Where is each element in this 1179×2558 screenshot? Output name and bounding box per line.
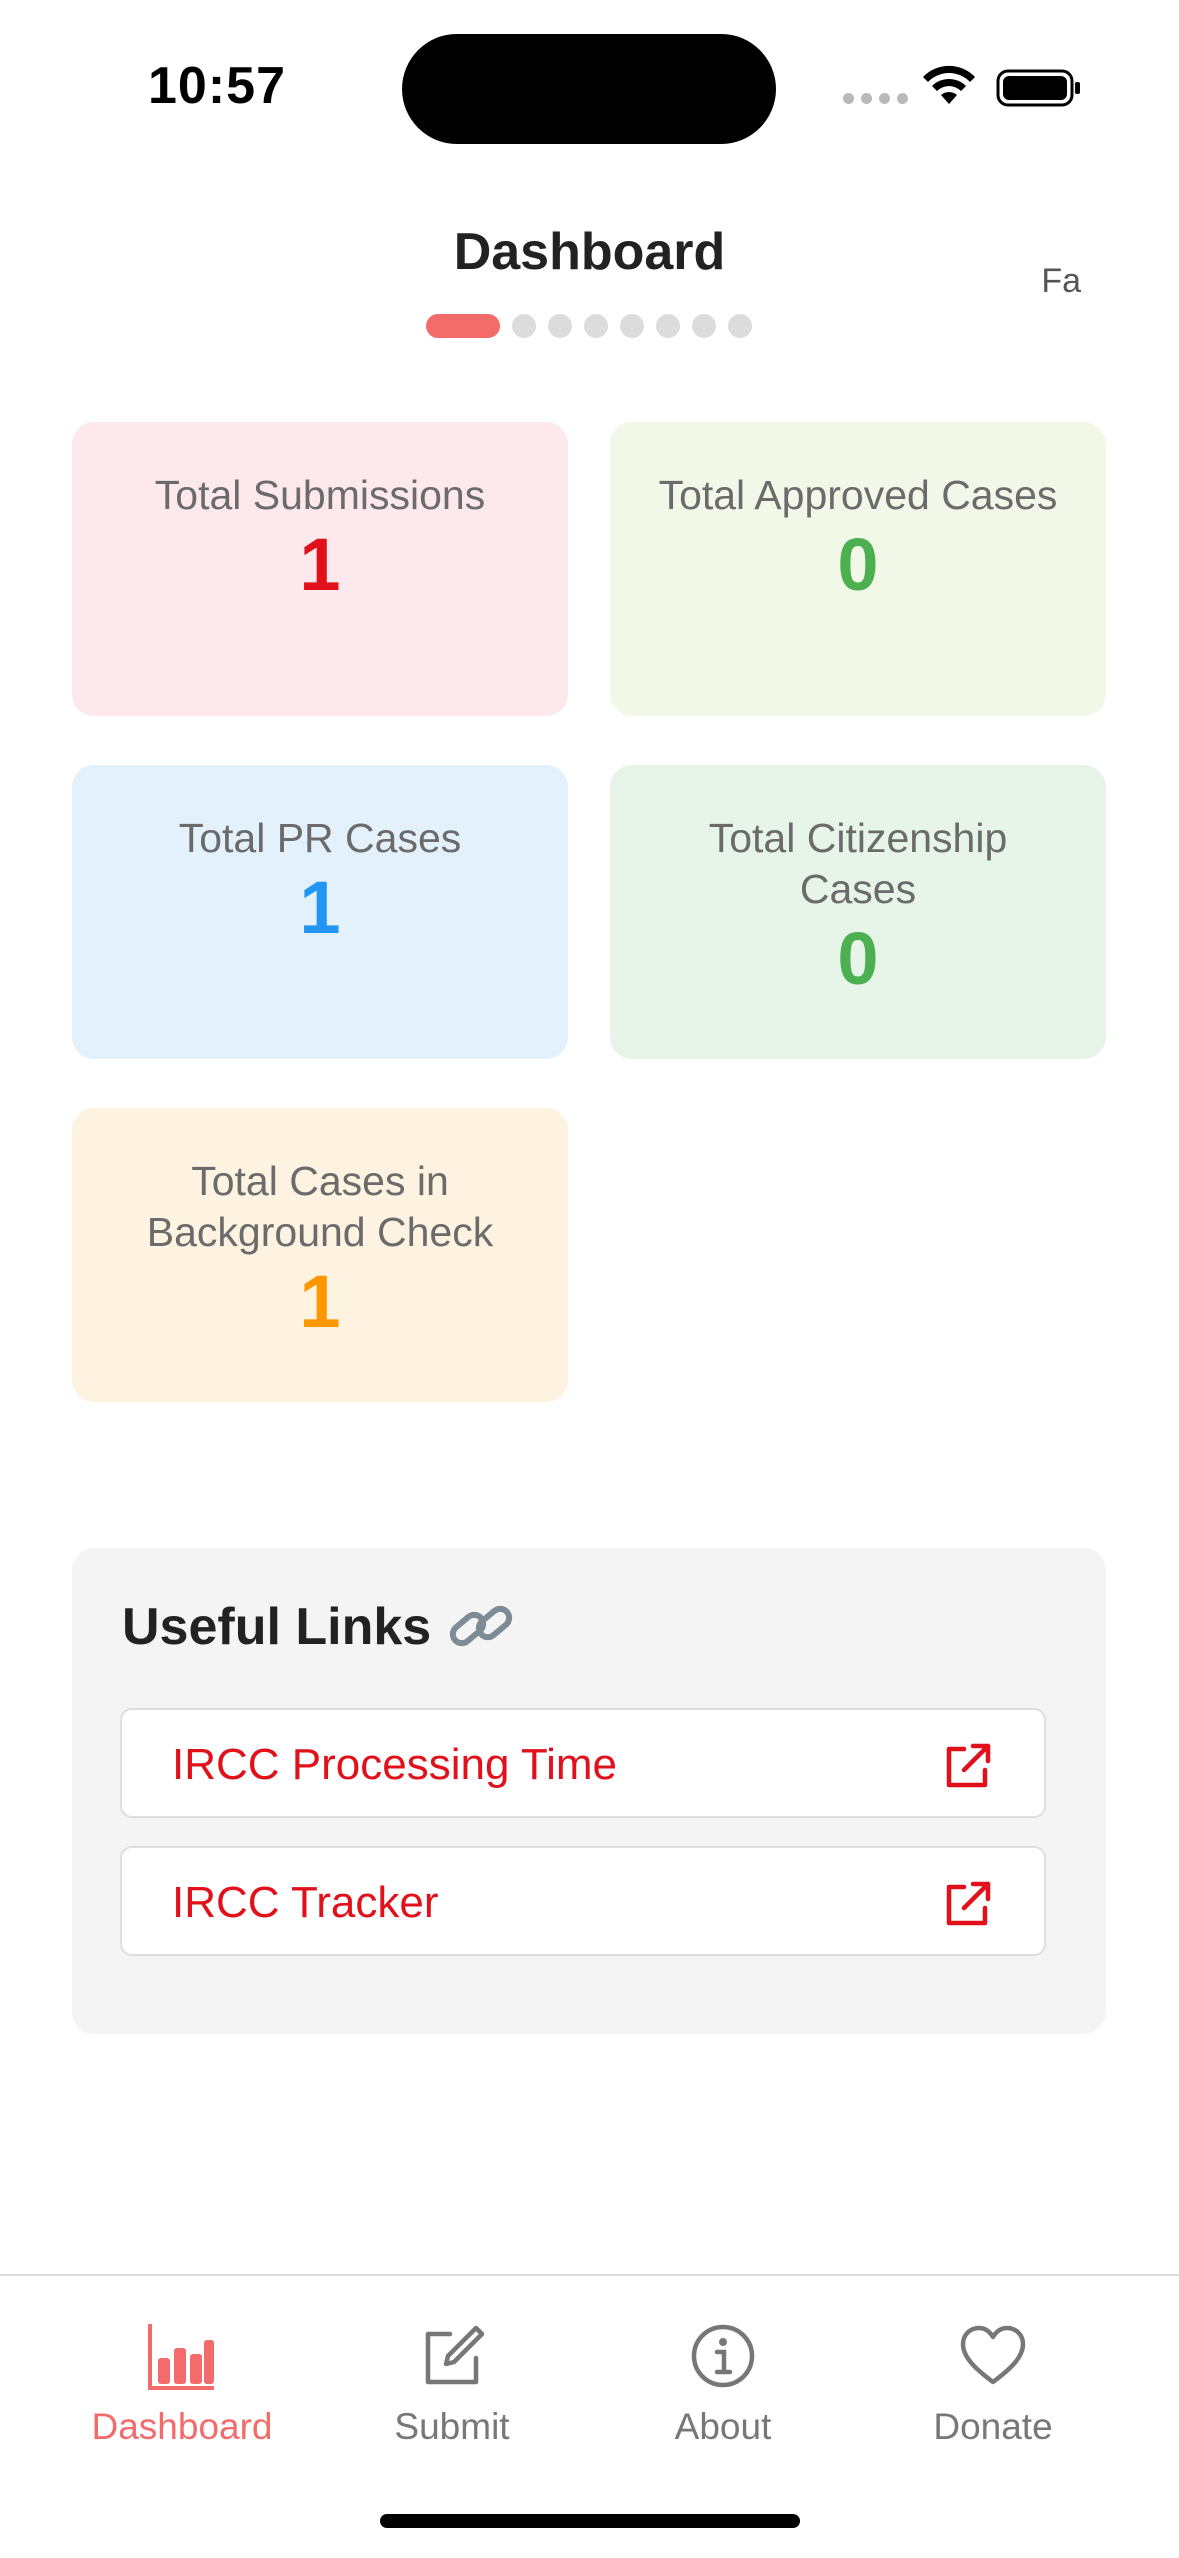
link-label[interactable]: IRCC Tracker	[172, 1878, 438, 1928]
page-title: Dashboard	[453, 223, 726, 281]
stat-card-background-check: Total Cases in Background Check 1	[72, 1108, 568, 1402]
stat-value: 1	[299, 866, 341, 949]
page-dot[interactable]	[656, 314, 680, 338]
stat-value: 1	[299, 523, 341, 606]
link-ircc-processing-time[interactable]: IRCC Processing Time	[120, 1708, 1046, 1818]
tab-label[interactable]: About	[588, 2406, 858, 2448]
page-dot[interactable]	[512, 314, 536, 338]
page-indicator[interactable]	[426, 314, 752, 338]
external-link-icon	[946, 1881, 991, 1926]
tab-label[interactable]: Submit	[317, 2406, 587, 2448]
home-indicator	[380, 2514, 800, 2528]
tab-submit[interactable]: Submit	[317, 2320, 587, 2448]
stat-value: 0	[837, 917, 879, 1000]
stat-value: 1	[299, 1260, 341, 1343]
info-icon	[691, 2324, 755, 2388]
stat-label: Total Citizenship Cases	[708, 815, 1008, 912]
tab-about[interactable]: About	[588, 2320, 858, 2448]
useful-links-heading: Useful Links	[122, 1596, 517, 1658]
link-label[interactable]: IRCC Processing Time	[172, 1740, 617, 1790]
stat-card-total-pr: Total PR Cases 1	[72, 765, 568, 1059]
page-dot[interactable]	[620, 314, 644, 338]
page-dot[interactable]	[728, 314, 752, 338]
page-dot-active[interactable]	[426, 314, 500, 338]
tab-donate[interactable]: Donate	[858, 2320, 1128, 2448]
tab-label[interactable]: Dashboard	[47, 2406, 317, 2448]
wifi-icon	[923, 65, 975, 104]
useful-links-panel: Useful Links IRCC Processing Time IRCC T…	[72, 1548, 1106, 2034]
page-dot[interactable]	[692, 314, 716, 338]
stat-label: Total Submissions	[154, 472, 486, 518]
page-dot[interactable]	[584, 314, 608, 338]
link-icon	[450, 1605, 513, 1647]
stat-card-total-approved: Total Approved Cases 0	[610, 422, 1106, 716]
status-bar: 10:57	[0, 0, 1179, 170]
stat-label: Total Approved Cases	[658, 472, 1058, 518]
tab-dashboard[interactable]: Dashboard	[47, 2320, 317, 2448]
language-toggle[interactable]: Fa	[1041, 262, 1081, 301]
status-time: 10:57	[148, 57, 286, 115]
cellular-signal-icon	[843, 93, 908, 104]
external-link-icon	[946, 1743, 991, 1788]
stat-card-total-submissions: Total Submissions 1	[72, 422, 568, 716]
stat-label: Total PR Cases	[178, 815, 462, 861]
stat-card-total-citizenship: Total Citizenship Cases 0	[610, 765, 1106, 1059]
battery-icon	[996, 69, 1080, 107]
link-ircc-tracker[interactable]: IRCC Tracker	[120, 1846, 1046, 1956]
bar-chart-icon	[148, 2324, 214, 2390]
dynamic-island	[402, 34, 776, 144]
tab-label[interactable]: Donate	[858, 2406, 1128, 2448]
heart-icon	[960, 2325, 1026, 2385]
stat-value: 0	[837, 523, 879, 606]
edit-icon	[425, 2325, 485, 2385]
page-dot[interactable]	[548, 314, 572, 338]
stat-label: Total Cases in Background Check	[146, 1158, 494, 1255]
useful-links-title: Useful Links	[122, 1598, 432, 1656]
